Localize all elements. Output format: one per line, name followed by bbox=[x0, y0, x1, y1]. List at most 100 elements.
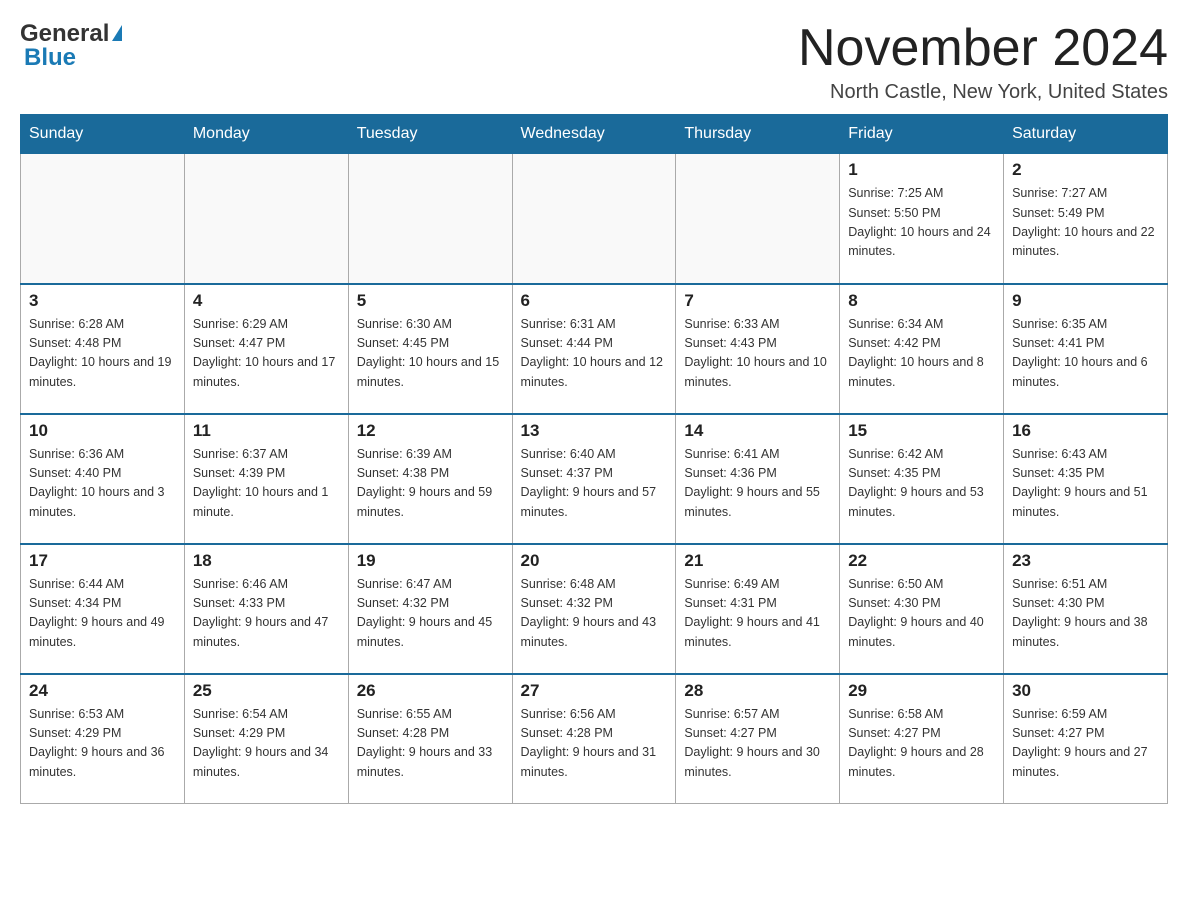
table-row: 24 Sunrise: 6:53 AM Sunset: 4:29 PM Dayli… bbox=[21, 674, 185, 804]
table-row bbox=[348, 154, 512, 284]
day-info: Sunrise: 6:30 AM Sunset: 4:45 PM Dayligh… bbox=[357, 315, 504, 393]
day-number: 26 bbox=[357, 681, 504, 701]
table-row: 30 Sunrise: 6:59 AM Sunset: 4:27 PM Dayli… bbox=[1004, 674, 1168, 804]
day-info: Sunrise: 6:54 AM Sunset: 4:29 PM Dayligh… bbox=[193, 705, 340, 783]
day-number: 1 bbox=[848, 160, 995, 180]
table-row: 18Sunrise: 6:46 AM Sunset: 4:33 PM Dayli… bbox=[184, 544, 348, 674]
table-row: 21 Sunrise: 6:49 AM Sunset: 4:31 PM Dayli… bbox=[676, 544, 840, 674]
calendar-row: 1 Sunrise: 7:25 AM Sunset: 5:50 PM Daylig… bbox=[21, 154, 1168, 284]
day-number: 13 bbox=[521, 421, 668, 441]
day-number: 12 bbox=[357, 421, 504, 441]
day-info: Sunrise: 6:46 AM Sunset: 4:33 PM Dayligh… bbox=[193, 575, 340, 653]
day-number: 4 bbox=[193, 291, 340, 311]
day-number: 5 bbox=[357, 291, 504, 311]
table-row: 9Sunrise: 6:35 AM Sunset: 4:41 PM Daylig… bbox=[1004, 284, 1168, 414]
day-number: 20 bbox=[521, 551, 668, 571]
table-row: 12 Sunrise: 6:39 AM Sunset: 4:38 PM Dayli… bbox=[348, 414, 512, 544]
day-info: Sunrise: 6:31 AM Sunset: 4:44 PM Dayligh… bbox=[521, 315, 668, 393]
month-title: November 2024 bbox=[798, 20, 1168, 77]
day-number: 28 bbox=[684, 681, 831, 701]
table-row: 27 Sunrise: 6:56 AM Sunset: 4:28 PM Dayli… bbox=[512, 674, 676, 804]
day-info: Sunrise: 6:49 AM Sunset: 4:31 PM Dayligh… bbox=[684, 575, 831, 653]
table-row: 6 Sunrise: 6:31 AM Sunset: 4:44 PM Daylig… bbox=[512, 284, 676, 414]
day-number: 22 bbox=[848, 551, 995, 571]
table-row bbox=[676, 154, 840, 284]
table-row bbox=[512, 154, 676, 284]
table-row: 23Sunrise: 6:51 AM Sunset: 4:30 PM Dayli… bbox=[1004, 544, 1168, 674]
day-info: Sunrise: 6:44 AM Sunset: 4:34 PM Dayligh… bbox=[29, 575, 176, 653]
table-row: 15 Sunrise: 6:42 AM Sunset: 4:35 PM Dayli… bbox=[840, 414, 1004, 544]
table-row: 11Sunrise: 6:37 AM Sunset: 4:39 PM Dayli… bbox=[184, 414, 348, 544]
logo: General Blue bbox=[20, 20, 122, 72]
table-row: 28 Sunrise: 6:57 AM Sunset: 4:27 PM Dayli… bbox=[676, 674, 840, 804]
col-sunday: Sunday bbox=[21, 115, 185, 154]
logo-triangle-icon bbox=[112, 25, 122, 41]
table-row: 19Sunrise: 6:47 AM Sunset: 4:32 PM Dayli… bbox=[348, 544, 512, 674]
day-number: 11 bbox=[193, 421, 340, 441]
col-tuesday: Tuesday bbox=[348, 115, 512, 154]
day-number: 8 bbox=[848, 291, 995, 311]
day-info: Sunrise: 6:50 AM Sunset: 4:30 PM Dayligh… bbox=[848, 575, 995, 653]
title-block: November 2024 North Castle, New York, Un… bbox=[798, 20, 1168, 104]
calendar-header-row: Sunday Monday Tuesday Wednesday Thursday… bbox=[21, 115, 1168, 154]
table-row: 13 Sunrise: 6:40 AM Sunset: 4:37 PM Dayli… bbox=[512, 414, 676, 544]
table-row: 25Sunrise: 6:54 AM Sunset: 4:29 PM Dayli… bbox=[184, 674, 348, 804]
day-number: 27 bbox=[521, 681, 668, 701]
day-number: 6 bbox=[521, 291, 668, 311]
day-info: Sunrise: 6:47 AM Sunset: 4:32 PM Dayligh… bbox=[357, 575, 504, 653]
table-row: 14 Sunrise: 6:41 AM Sunset: 4:36 PM Dayli… bbox=[676, 414, 840, 544]
day-number: 16 bbox=[1012, 421, 1159, 441]
day-info: Sunrise: 6:42 AM Sunset: 4:35 PM Dayligh… bbox=[848, 445, 995, 523]
day-number: 10 bbox=[29, 421, 176, 441]
table-row bbox=[21, 154, 185, 284]
day-info: Sunrise: 6:29 AM Sunset: 4:47 PM Dayligh… bbox=[193, 315, 340, 393]
day-info: Sunrise: 6:55 AM Sunset: 4:28 PM Dayligh… bbox=[357, 705, 504, 783]
day-number: 23 bbox=[1012, 551, 1159, 571]
day-info: Sunrise: 6:41 AM Sunset: 4:36 PM Dayligh… bbox=[684, 445, 831, 523]
day-info: Sunrise: 6:28 AM Sunset: 4:48 PM Dayligh… bbox=[29, 315, 176, 393]
day-info: Sunrise: 6:57 AM Sunset: 4:27 PM Dayligh… bbox=[684, 705, 831, 783]
day-info: Sunrise: 7:25 AM Sunset: 5:50 PM Dayligh… bbox=[848, 184, 995, 262]
table-row: 2Sunrise: 7:27 AM Sunset: 5:49 PM Daylig… bbox=[1004, 154, 1168, 284]
day-info: Sunrise: 6:33 AM Sunset: 4:43 PM Dayligh… bbox=[684, 315, 831, 393]
day-number: 21 bbox=[684, 551, 831, 571]
day-number: 9 bbox=[1012, 291, 1159, 311]
day-info: Sunrise: 6:53 AM Sunset: 4:29 PM Dayligh… bbox=[29, 705, 176, 783]
table-row: 29Sunrise: 6:58 AM Sunset: 4:27 PM Dayli… bbox=[840, 674, 1004, 804]
calendar-row: 10 Sunrise: 6:36 AM Sunset: 4:40 PM Dayli… bbox=[21, 414, 1168, 544]
table-row: 1 Sunrise: 7:25 AM Sunset: 5:50 PM Daylig… bbox=[840, 154, 1004, 284]
day-info: Sunrise: 6:34 AM Sunset: 4:42 PM Dayligh… bbox=[848, 315, 995, 393]
col-wednesday: Wednesday bbox=[512, 115, 676, 154]
day-number: 17 bbox=[29, 551, 176, 571]
day-number: 7 bbox=[684, 291, 831, 311]
table-row: 5 Sunrise: 6:30 AM Sunset: 4:45 PM Daylig… bbox=[348, 284, 512, 414]
col-monday: Monday bbox=[184, 115, 348, 154]
day-info: Sunrise: 6:39 AM Sunset: 4:38 PM Dayligh… bbox=[357, 445, 504, 523]
calendar-row: 17 Sunrise: 6:44 AM Sunset: 4:34 PM Dayli… bbox=[21, 544, 1168, 674]
table-row: 7 Sunrise: 6:33 AM Sunset: 4:43 PM Daylig… bbox=[676, 284, 840, 414]
day-info: Sunrise: 6:56 AM Sunset: 4:28 PM Dayligh… bbox=[521, 705, 668, 783]
logo-blue-text: Blue bbox=[24, 44, 76, 72]
table-row: 8 Sunrise: 6:34 AM Sunset: 4:42 PM Daylig… bbox=[840, 284, 1004, 414]
table-row: 4 Sunrise: 6:29 AM Sunset: 4:47 PM Daylig… bbox=[184, 284, 348, 414]
table-row: 26 Sunrise: 6:55 AM Sunset: 4:28 PM Dayli… bbox=[348, 674, 512, 804]
day-number: 3 bbox=[29, 291, 176, 311]
location-subtitle: North Castle, New York, United States bbox=[798, 81, 1168, 104]
day-info: Sunrise: 6:48 AM Sunset: 4:32 PM Dayligh… bbox=[521, 575, 668, 653]
day-number: 14 bbox=[684, 421, 831, 441]
day-info: Sunrise: 6:40 AM Sunset: 4:37 PM Dayligh… bbox=[521, 445, 668, 523]
day-number: 2 bbox=[1012, 160, 1159, 180]
table-row: 16Sunrise: 6:43 AM Sunset: 4:35 PM Dayli… bbox=[1004, 414, 1168, 544]
day-number: 30 bbox=[1012, 681, 1159, 701]
day-info: Sunrise: 6:36 AM Sunset: 4:40 PM Dayligh… bbox=[29, 445, 176, 523]
day-info: Sunrise: 6:59 AM Sunset: 4:27 PM Dayligh… bbox=[1012, 705, 1159, 783]
col-thursday: Thursday bbox=[676, 115, 840, 154]
calendar-row: 3 Sunrise: 6:28 AM Sunset: 4:48 PM Daylig… bbox=[21, 284, 1168, 414]
page-header: General Blue November 2024 North Castle,… bbox=[20, 20, 1168, 104]
day-number: 15 bbox=[848, 421, 995, 441]
col-saturday: Saturday bbox=[1004, 115, 1168, 154]
calendar-table: Sunday Monday Tuesday Wednesday Thursday… bbox=[20, 114, 1168, 804]
day-number: 24 bbox=[29, 681, 176, 701]
day-number: 29 bbox=[848, 681, 995, 701]
table-row: 17 Sunrise: 6:44 AM Sunset: 4:34 PM Dayli… bbox=[21, 544, 185, 674]
